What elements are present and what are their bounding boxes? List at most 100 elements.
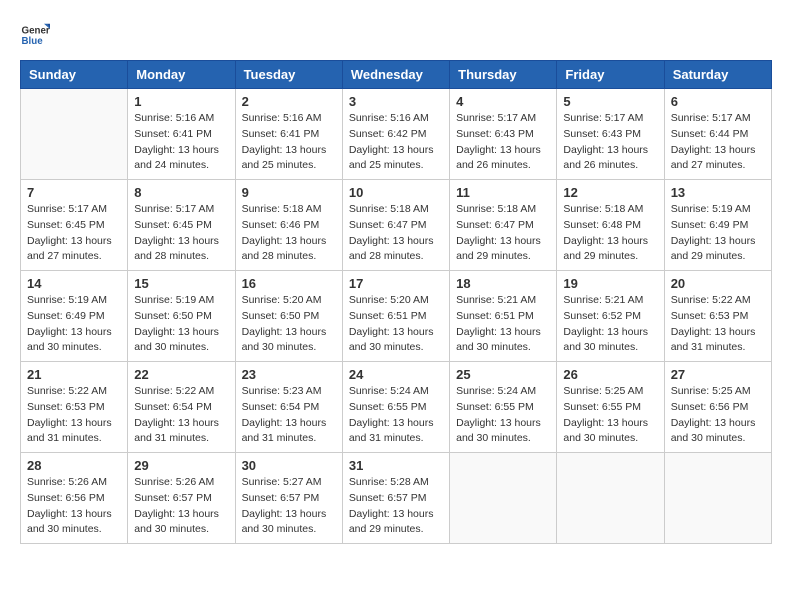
day-detail: Sunrise: 5:26 AMSunset: 6:56 PMDaylight:… bbox=[27, 475, 121, 538]
day-detail: Sunrise: 5:18 AMSunset: 6:47 PMDaylight:… bbox=[349, 202, 443, 265]
day-detail: Sunrise: 5:17 AMSunset: 6:44 PMDaylight:… bbox=[671, 111, 765, 174]
day-number: 23 bbox=[242, 367, 336, 382]
day-number: 20 bbox=[671, 276, 765, 291]
day-detail: Sunrise: 5:17 AMSunset: 6:45 PMDaylight:… bbox=[27, 202, 121, 265]
calendar-cell: 1 Sunrise: 5:16 AMSunset: 6:41 PMDaylight… bbox=[128, 89, 235, 180]
day-number: 12 bbox=[563, 185, 657, 200]
day-number: 15 bbox=[134, 276, 228, 291]
week-row-2: 7 Sunrise: 5:17 AMSunset: 6:45 PMDaylight… bbox=[21, 180, 772, 271]
day-number: 31 bbox=[349, 458, 443, 473]
weekday-header-tuesday: Tuesday bbox=[235, 61, 342, 89]
day-detail: Sunrise: 5:18 AMSunset: 6:48 PMDaylight:… bbox=[563, 202, 657, 265]
day-number: 25 bbox=[456, 367, 550, 382]
weekday-header-wednesday: Wednesday bbox=[342, 61, 449, 89]
calendar-cell: 13 Sunrise: 5:19 AMSunset: 6:49 PMDayligh… bbox=[664, 180, 771, 271]
day-detail: Sunrise: 5:22 AMSunset: 6:53 PMDaylight:… bbox=[27, 384, 121, 447]
weekday-header-friday: Friday bbox=[557, 61, 664, 89]
calendar-cell: 29Sunrise: 5:26 AMSunset: 6:57 PMDayligh… bbox=[128, 453, 235, 544]
calendar-cell: 24Sunrise: 5:24 AMSunset: 6:55 PMDayligh… bbox=[342, 362, 449, 453]
calendar-cell: 25 Sunrise: 5:24 AMSunset: 6:55 PMDayligh… bbox=[450, 362, 557, 453]
svg-text:General: General bbox=[22, 26, 51, 37]
day-number: 4 bbox=[456, 94, 550, 109]
day-number: 6 bbox=[671, 94, 765, 109]
calendar-cell bbox=[21, 89, 128, 180]
calendar-cell: 26 Sunrise: 5:25 AMSunset: 6:55 PMDayligh… bbox=[557, 362, 664, 453]
calendar-cell: 16 Sunrise: 5:20 AMSunset: 6:50 PMDayligh… bbox=[235, 271, 342, 362]
calendar-cell: 17Sunrise: 5:20 AMSunset: 6:51 PMDayligh… bbox=[342, 271, 449, 362]
day-number: 11 bbox=[456, 185, 550, 200]
calendar-cell: 7 Sunrise: 5:17 AMSunset: 6:45 PMDaylight… bbox=[21, 180, 128, 271]
calendar-cell bbox=[557, 453, 664, 544]
day-number: 5 bbox=[563, 94, 657, 109]
day-detail: Sunrise: 5:25 AMSunset: 6:55 PMDaylight:… bbox=[563, 384, 657, 447]
day-detail: Sunrise: 5:22 AMSunset: 6:54 PMDaylight:… bbox=[134, 384, 228, 447]
day-detail: Sunrise: 5:16 AMSunset: 6:41 PMDaylight:… bbox=[242, 111, 336, 174]
calendar-cell: 28 Sunrise: 5:26 AMSunset: 6:56 PMDayligh… bbox=[21, 453, 128, 544]
day-detail: Sunrise: 5:17 AMSunset: 6:43 PMDaylight:… bbox=[563, 111, 657, 174]
day-detail: Sunrise: 5:28 AMSunset: 6:57 PMDaylight:… bbox=[349, 475, 443, 538]
day-detail: Sunrise: 5:16 AMSunset: 6:41 PMDaylight:… bbox=[134, 111, 228, 174]
calendar-cell: 18Sunrise: 5:21 AMSunset: 6:51 PMDayligh… bbox=[450, 271, 557, 362]
day-detail: Sunrise: 5:19 AMSunset: 6:49 PMDaylight:… bbox=[671, 202, 765, 265]
day-number: 7 bbox=[27, 185, 121, 200]
calendar-cell: 22 Sunrise: 5:22 AMSunset: 6:54 PMDayligh… bbox=[128, 362, 235, 453]
day-number: 14 bbox=[27, 276, 121, 291]
day-number: 18 bbox=[456, 276, 550, 291]
day-detail: Sunrise: 5:17 AMSunset: 6:43 PMDaylight:… bbox=[456, 111, 550, 174]
calendar-cell: 5 Sunrise: 5:17 AMSunset: 6:43 PMDaylight… bbox=[557, 89, 664, 180]
calendar-cell bbox=[450, 453, 557, 544]
calendar-cell: 15 Sunrise: 5:19 AMSunset: 6:50 PMDayligh… bbox=[128, 271, 235, 362]
day-number: 1 bbox=[134, 94, 228, 109]
calendar-cell: 9 Sunrise: 5:18 AMSunset: 6:46 PMDaylight… bbox=[235, 180, 342, 271]
day-detail: Sunrise: 5:24 AMSunset: 6:55 PMDaylight:… bbox=[456, 384, 550, 447]
day-number: 29 bbox=[134, 458, 228, 473]
day-number: 22 bbox=[134, 367, 228, 382]
calendar-cell: 30Sunrise: 5:27 AMSunset: 6:57 PMDayligh… bbox=[235, 453, 342, 544]
calendar-cell: 23Sunrise: 5:23 AMSunset: 6:54 PMDayligh… bbox=[235, 362, 342, 453]
day-detail: Sunrise: 5:21 AMSunset: 6:52 PMDaylight:… bbox=[563, 293, 657, 356]
day-number: 17 bbox=[349, 276, 443, 291]
calendar-cell: 27 Sunrise: 5:25 AMSunset: 6:56 PMDayligh… bbox=[664, 362, 771, 453]
calendar-cell: 14 Sunrise: 5:19 AMSunset: 6:49 PMDayligh… bbox=[21, 271, 128, 362]
day-number: 8 bbox=[134, 185, 228, 200]
calendar-cell: 2 Sunrise: 5:16 AMSunset: 6:41 PMDaylight… bbox=[235, 89, 342, 180]
calendar-cell bbox=[664, 453, 771, 544]
weekday-header-thursday: Thursday bbox=[450, 61, 557, 89]
weekday-header-row: SundayMondayTuesdayWednesdayThursdayFrid… bbox=[21, 61, 772, 89]
calendar-table: SundayMondayTuesdayWednesdayThursdayFrid… bbox=[20, 60, 772, 544]
calendar-cell: 21 Sunrise: 5:22 AMSunset: 6:53 PMDayligh… bbox=[21, 362, 128, 453]
day-number: 9 bbox=[242, 185, 336, 200]
day-number: 19 bbox=[563, 276, 657, 291]
calendar-cell: 12 Sunrise: 5:18 AMSunset: 6:48 PMDayligh… bbox=[557, 180, 664, 271]
day-detail: Sunrise: 5:19 AMSunset: 6:50 PMDaylight:… bbox=[134, 293, 228, 356]
day-detail: Sunrise: 5:20 AMSunset: 6:50 PMDaylight:… bbox=[242, 293, 336, 356]
day-detail: Sunrise: 5:22 AMSunset: 6:53 PMDaylight:… bbox=[671, 293, 765, 356]
calendar-cell: 10 Sunrise: 5:18 AMSunset: 6:47 PMDayligh… bbox=[342, 180, 449, 271]
day-number: 27 bbox=[671, 367, 765, 382]
day-number: 16 bbox=[242, 276, 336, 291]
calendar-cell: 20 Sunrise: 5:22 AMSunset: 6:53 PMDayligh… bbox=[664, 271, 771, 362]
week-row-4: 21 Sunrise: 5:22 AMSunset: 6:53 PMDayligh… bbox=[21, 362, 772, 453]
day-number: 10 bbox=[349, 185, 443, 200]
calendar-cell: 6 Sunrise: 5:17 AMSunset: 6:44 PMDaylight… bbox=[664, 89, 771, 180]
calendar-cell: 8 Sunrise: 5:17 AMSunset: 6:45 PMDaylight… bbox=[128, 180, 235, 271]
weekday-header-monday: Monday bbox=[128, 61, 235, 89]
day-number: 24 bbox=[349, 367, 443, 382]
day-detail: Sunrise: 5:16 AMSunset: 6:42 PMDaylight:… bbox=[349, 111, 443, 174]
day-detail: Sunrise: 5:18 AMSunset: 6:46 PMDaylight:… bbox=[242, 202, 336, 265]
logo-icon: General Blue bbox=[20, 20, 50, 50]
day-number: 26 bbox=[563, 367, 657, 382]
day-number: 2 bbox=[242, 94, 336, 109]
day-detail: Sunrise: 5:18 AMSunset: 6:47 PMDaylight:… bbox=[456, 202, 550, 265]
calendar-cell: 3Sunrise: 5:16 AMSunset: 6:42 PMDaylight… bbox=[342, 89, 449, 180]
calendar-cell: 19 Sunrise: 5:21 AMSunset: 6:52 PMDayligh… bbox=[557, 271, 664, 362]
day-detail: Sunrise: 5:25 AMSunset: 6:56 PMDaylight:… bbox=[671, 384, 765, 447]
day-number: 28 bbox=[27, 458, 121, 473]
page-header: General Blue bbox=[20, 20, 772, 50]
day-number: 30 bbox=[242, 458, 336, 473]
day-number: 13 bbox=[671, 185, 765, 200]
weekday-header-sunday: Sunday bbox=[21, 61, 128, 89]
day-detail: Sunrise: 5:19 AMSunset: 6:49 PMDaylight:… bbox=[27, 293, 121, 356]
day-number: 21 bbox=[27, 367, 121, 382]
day-detail: Sunrise: 5:17 AMSunset: 6:45 PMDaylight:… bbox=[134, 202, 228, 265]
